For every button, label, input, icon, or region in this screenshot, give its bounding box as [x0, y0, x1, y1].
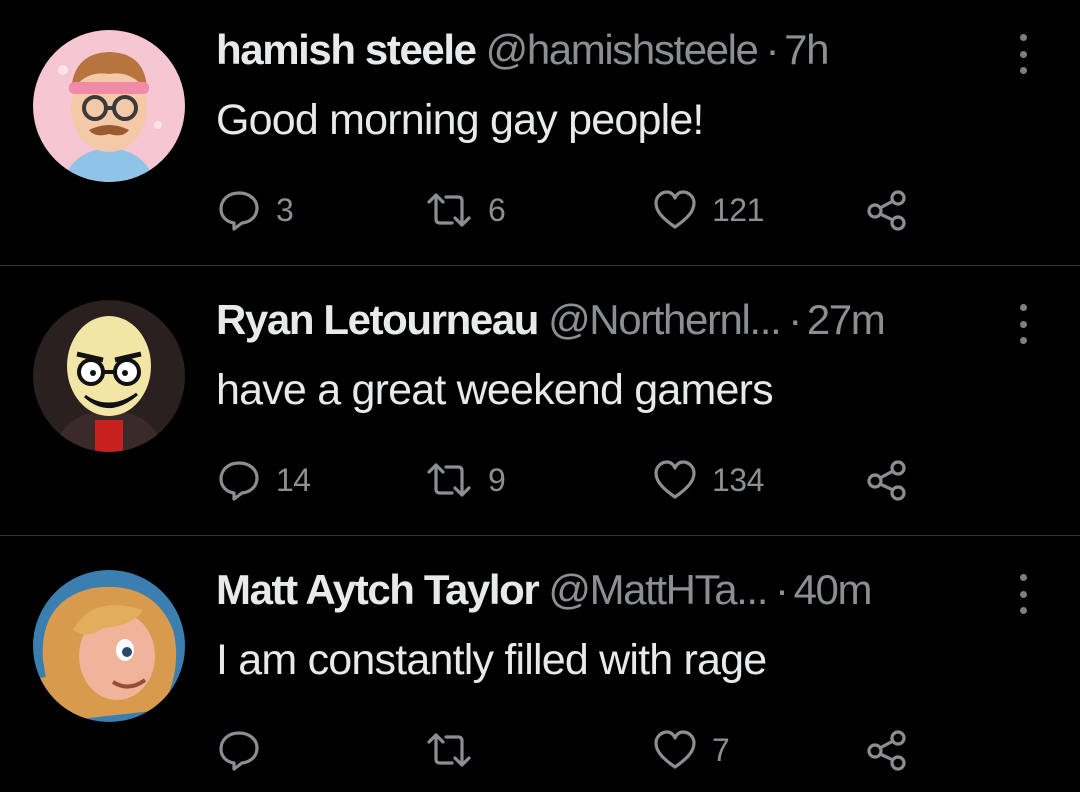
tweet-actions: 7 — [216, 720, 936, 780]
speech-bubble-icon — [219, 191, 259, 231]
reply-button[interactable] — [216, 720, 276, 780]
timestamp[interactable]: 40m — [794, 560, 873, 620]
tweet-divider — [0, 535, 1080, 536]
vertical-ellipsis-icon — [1019, 304, 1027, 311]
reply-button[interactable]: 14 — [216, 450, 311, 510]
speech-bubble-icon — [219, 461, 259, 501]
like-button[interactable]: 134 — [652, 450, 764, 510]
like-button[interactable]: 7 — [652, 720, 730, 780]
retweet-count: 9 — [488, 461, 506, 498]
more-options-button[interactable] — [1017, 34, 1029, 74]
user-handle[interactable]: @MattHTa... — [548, 560, 768, 620]
retweet-arrows-icon — [427, 733, 471, 767]
share-button[interactable] — [864, 180, 910, 240]
heart-icon — [654, 730, 696, 769]
separator-dot: · — [765, 26, 780, 73]
tweet[interactable]: Ryan Letourneau @Northernl... · 27m have… — [0, 290, 1080, 535]
more-options-button[interactable] — [1017, 574, 1029, 614]
avatar-image — [33, 570, 185, 722]
tweet-actions: 3 6 121 — [216, 180, 936, 240]
like-count: 121 — [712, 191, 764, 228]
avatar-image — [33, 300, 185, 452]
user-handle[interactable]: @Northernl... — [548, 290, 782, 350]
display-name[interactable]: hamish steele — [216, 20, 477, 80]
vertical-ellipsis-icon — [1019, 574, 1027, 581]
display-name[interactable]: Ryan Letourneau — [216, 290, 539, 350]
share-button[interactable] — [864, 450, 910, 510]
retweet-arrows-icon — [427, 193, 471, 227]
heart-icon — [654, 460, 696, 499]
speech-bubble-icon — [219, 731, 259, 771]
tweet-text: have a great weekend gamers — [216, 366, 774, 414]
retweet-arrows-icon — [427, 463, 471, 497]
reply-count: 3 — [276, 191, 294, 228]
share-nodes-icon — [867, 190, 906, 231]
reply-button[interactable]: 3 — [216, 180, 294, 240]
like-count: 134 — [712, 461, 764, 498]
tweet-divider — [0, 265, 1080, 266]
avatar[interactable] — [33, 300, 185, 452]
more-options-button[interactable] — [1017, 304, 1029, 344]
avatar[interactable] — [33, 30, 185, 182]
retweet-button[interactable]: 9 — [424, 450, 506, 510]
avatar-image — [33, 30, 185, 182]
retweet-button[interactable]: 6 — [424, 180, 506, 240]
like-button[interactable]: 121 — [652, 180, 764, 240]
share-nodes-icon — [867, 730, 906, 771]
timestamp[interactable]: 27m — [807, 290, 886, 350]
timestamp[interactable]: 7h — [784, 20, 829, 80]
tweet[interactable]: Matt Aytch Taylor @MattHTa... · 40m I am… — [0, 560, 1080, 792]
heart-icon — [654, 190, 696, 229]
share-button[interactable] — [864, 720, 910, 780]
tweet-header: hamish steele @hamishsteele · 7h — [216, 20, 829, 80]
display-name[interactable]: Matt Aytch Taylor — [216, 560, 540, 620]
avatar[interactable] — [33, 570, 185, 722]
like-count: 7 — [712, 731, 730, 768]
retweet-count: 6 — [488, 191, 506, 228]
tweet-text: I am constantly filled with rage — [216, 636, 767, 684]
separator-dot: · — [788, 296, 802, 343]
separator-dot: · — [774, 566, 789, 613]
tweet-header: Matt Aytch Taylor @MattHTa... · 40m — [216, 560, 873, 620]
user-handle[interactable]: @hamishsteele — [486, 20, 759, 80]
share-nodes-icon — [867, 460, 906, 501]
tweet[interactable]: hamish steele @hamishsteele · 7h Good mo… — [0, 20, 1080, 265]
reply-count: 14 — [276, 461, 311, 498]
tweet-header: Ryan Letourneau @Northernl... · 27m — [216, 290, 886, 350]
tweet-text: Good morning gay people! — [216, 96, 704, 144]
tweet-actions: 14 9 134 — [216, 450, 936, 510]
retweet-button[interactable] — [424, 720, 488, 780]
vertical-ellipsis-icon — [1019, 34, 1027, 41]
